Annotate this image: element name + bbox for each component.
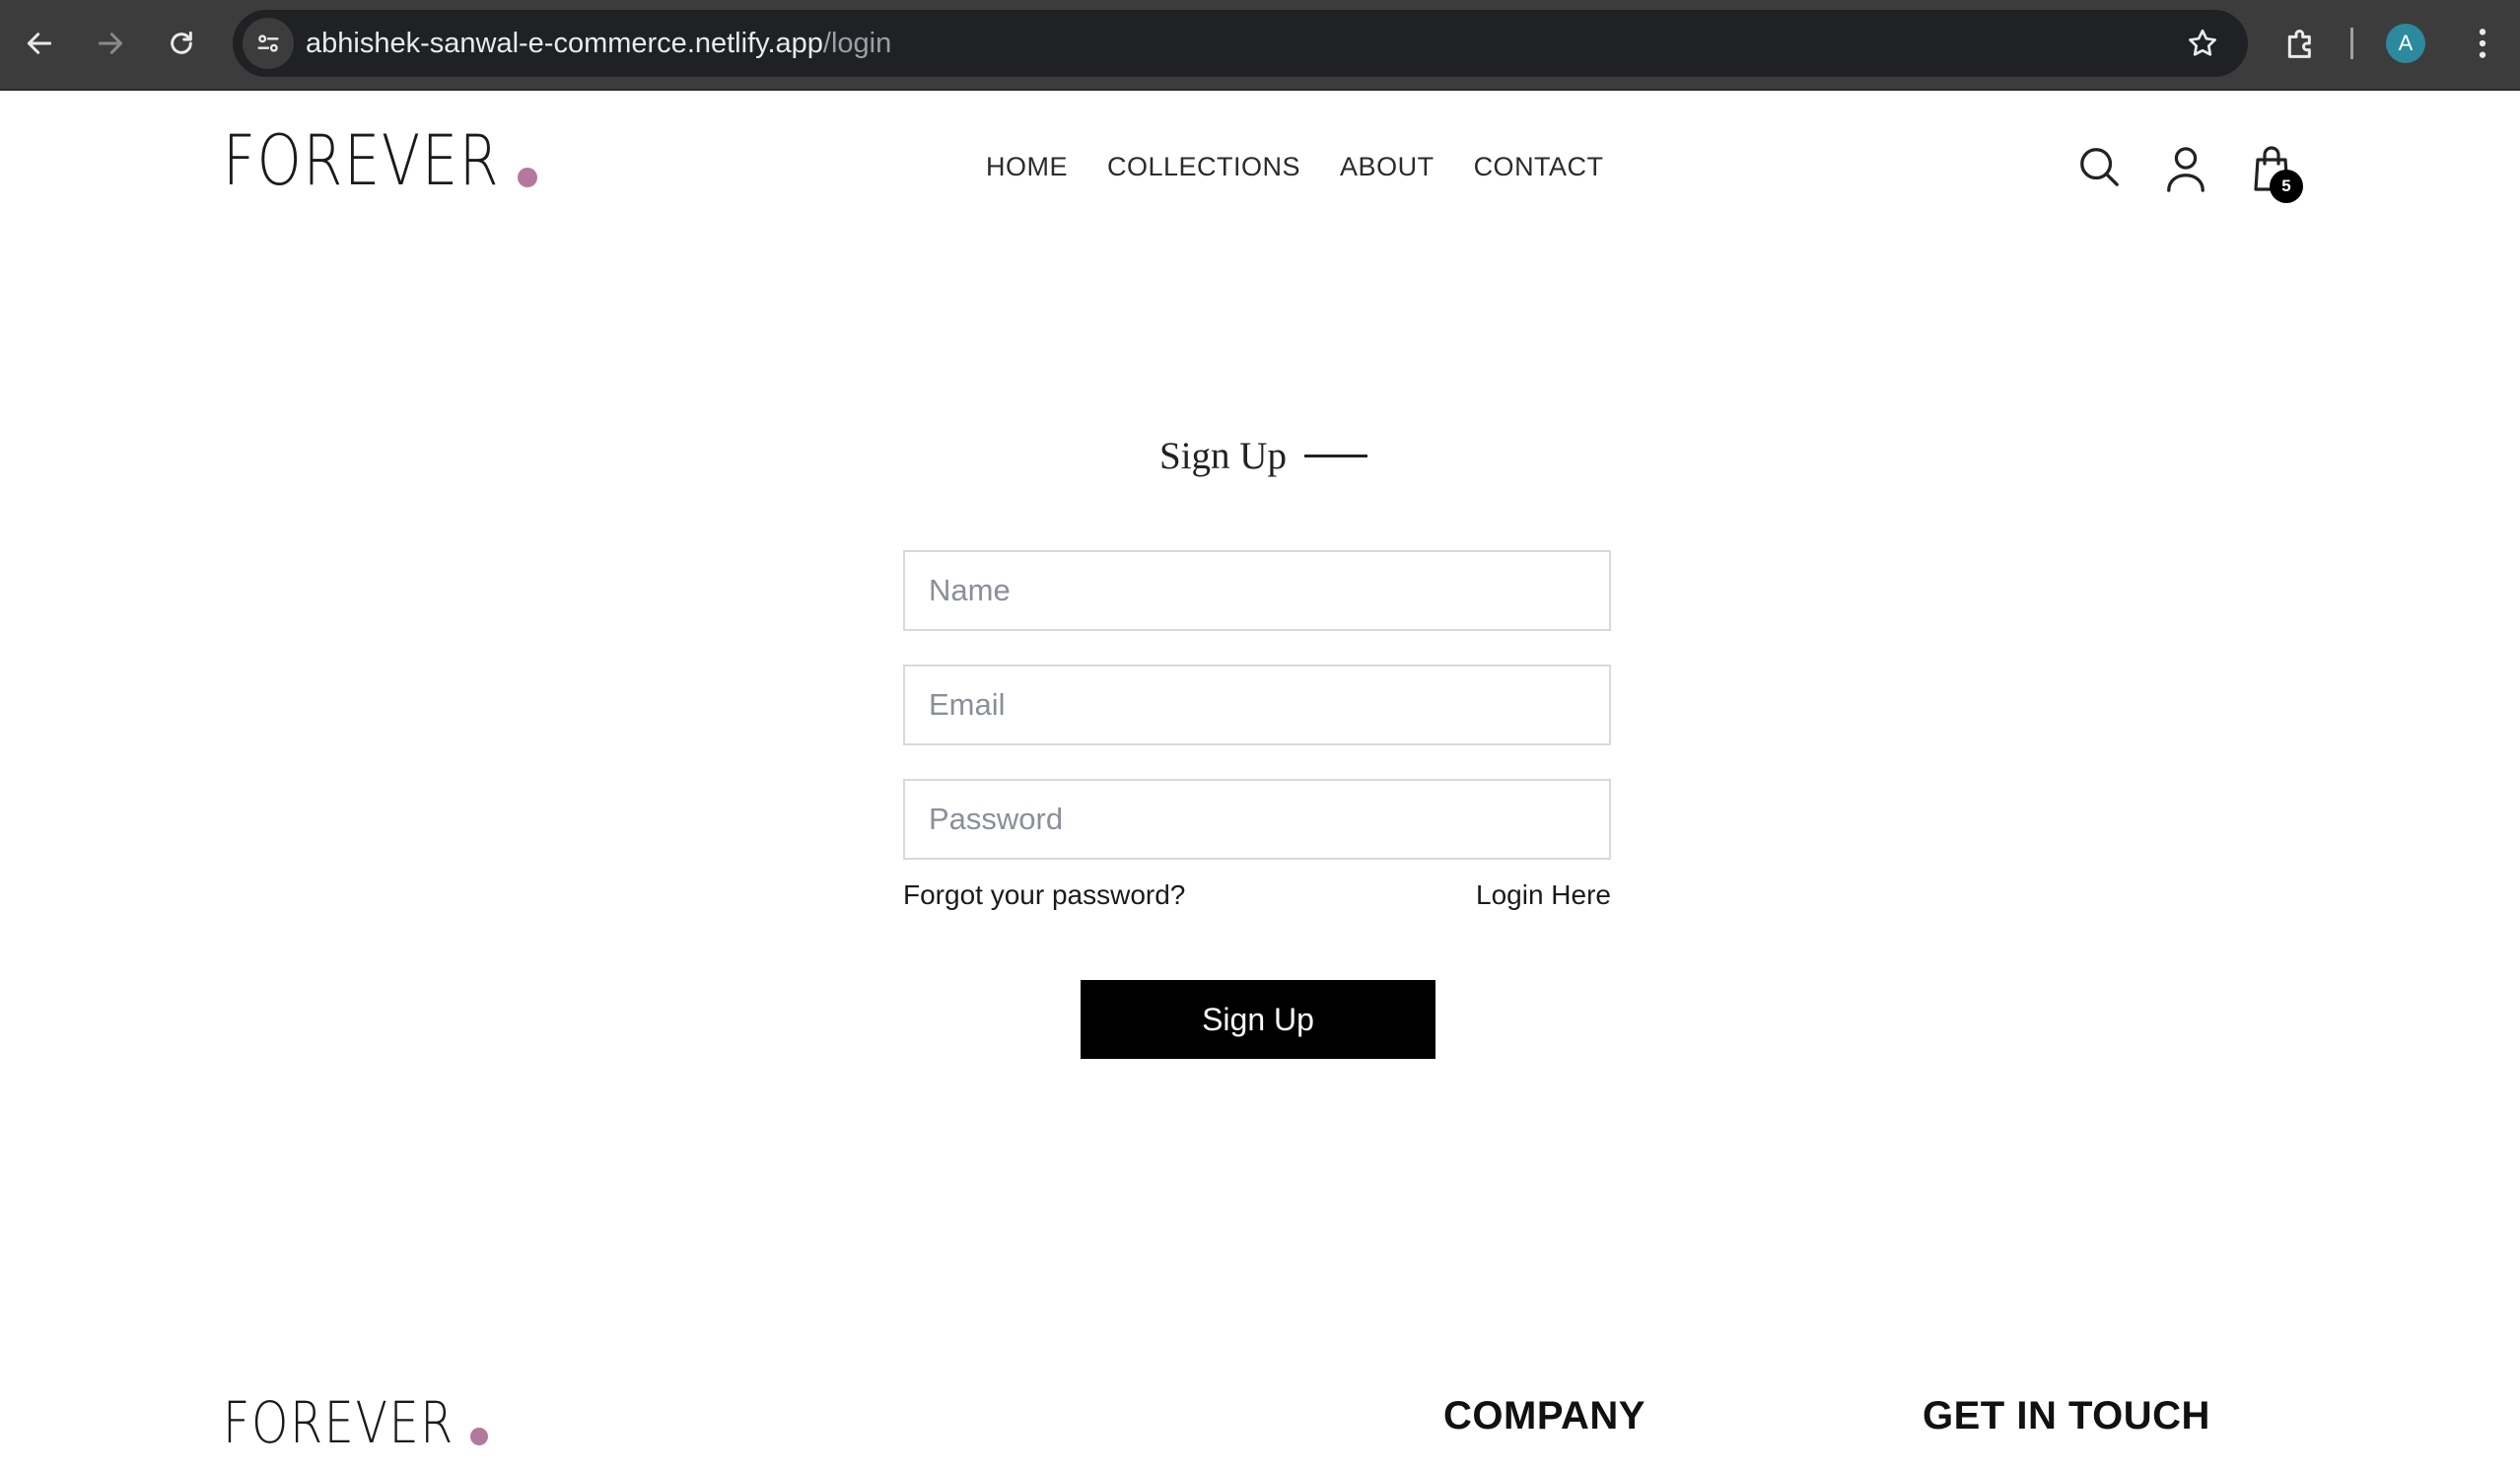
password-field[interactable] — [903, 779, 1611, 860]
footer-company-heading: COMPANY — [1443, 1394, 1645, 1437]
footer-logo-dot — [469, 1428, 488, 1445]
search-icon[interactable] — [2076, 144, 2122, 189]
toolbar-separator — [2350, 28, 2353, 59]
form-links: Forgot your password? Login Here — [903, 879, 1611, 911]
email-field[interactable] — [903, 665, 1611, 745]
forgot-password-link[interactable]: Forgot your password? — [903, 879, 1185, 911]
reload-button[interactable] — [158, 20, 205, 67]
sign-up-button[interactable]: Sign Up — [1081, 980, 1435, 1059]
arrow-left-icon — [27, 33, 52, 54]
address-bar[interactable]: abhishek-sanwal-e-commerce.netlify.app/l… — [233, 10, 2248, 77]
footer-logo-text: FOREVER — [223, 1389, 455, 1456]
name-field[interactable] — [903, 550, 1611, 631]
url-text[interactable]: abhishek-sanwal-e-commerce.netlify.app/l… — [306, 26, 891, 61]
arrow-right-icon — [98, 33, 123, 54]
reload-icon — [171, 31, 192, 54]
extensions-puzzle-icon[interactable] — [2281, 24, 2321, 63]
browser-toolbar: abhishek-sanwal-e-commerce.netlify.app/l… — [0, 0, 2520, 91]
nav-about[interactable]: ABOUT — [1340, 152, 1435, 182]
form-title: Sign Up — [1159, 434, 1367, 478]
forward-button[interactable] — [87, 20, 134, 67]
title-rule — [1303, 455, 1367, 457]
more-vertical-icon[interactable] — [2463, 24, 2502, 63]
url-host: abhishek-sanwal-e-commerce.netlify.app — [306, 28, 823, 59]
logo-dot — [517, 168, 537, 187]
profile-avatar[interactable]: A — [2386, 24, 2425, 63]
login-here-link[interactable]: Login Here — [1476, 879, 1611, 911]
form-title-text: Sign Up — [1159, 435, 1287, 477]
nav-contact[interactable]: CONTACT — [1474, 152, 1604, 182]
url-path: /login — [822, 28, 892, 59]
user-icon[interactable] — [2163, 144, 2208, 195]
nav-home[interactable]: HOME — [986, 152, 1068, 182]
site-logo[interactable]: FOREVER — [223, 126, 537, 195]
bookmark-star-icon[interactable] — [2185, 26, 2220, 61]
main-navigation: HOME COLLECTIONS ABOUT CONTACT — [986, 152, 1604, 182]
footer-logo: FOREVER — [223, 1394, 488, 1451]
nav-collections[interactable]: COLLECTIONS — [1107, 152, 1300, 182]
logo-text: FOREVER — [223, 120, 501, 201]
back-button[interactable] — [16, 20, 63, 67]
cart-count-badge: 5 — [2270, 170, 2303, 203]
site-info-button[interactable] — [243, 18, 294, 69]
footer-contact-heading: GET IN TOUCH — [1923, 1394, 2210, 1437]
tune-icon — [257, 35, 279, 52]
